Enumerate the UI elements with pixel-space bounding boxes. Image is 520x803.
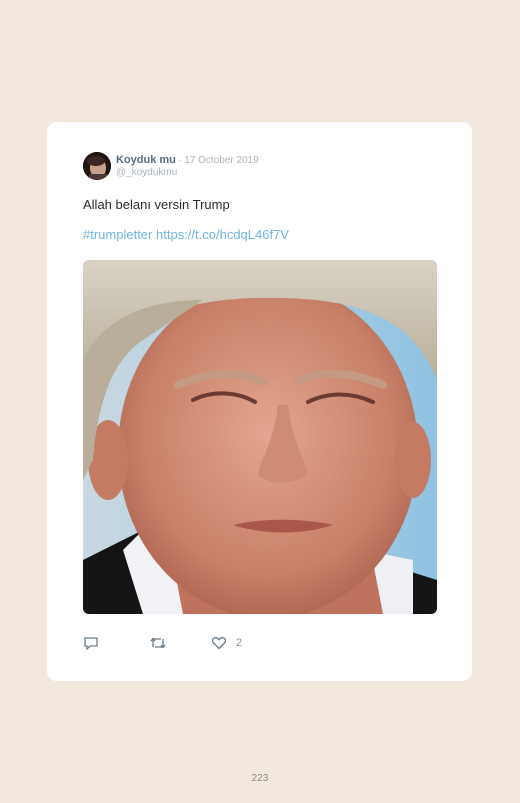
url-link[interactable]: https://t.co/hcdqL46f7V	[156, 227, 289, 242]
retweet-icon	[149, 635, 167, 651]
heart-icon	[211, 635, 227, 651]
like-count: 2	[236, 637, 243, 649]
tweet-text: Allah belanı versin Trump	[83, 197, 230, 212]
author-line: Koyduk mu · 17 October 2019	[116, 154, 259, 166]
tweet-actions: 2	[83, 634, 242, 652]
tweet-links: #trumpletter https://t.co/hcdqL46f7V	[83, 227, 289, 242]
retweet-button[interactable]	[149, 635, 167, 651]
handle[interactable]: @_koydukmu	[116, 167, 259, 178]
tweet-date[interactable]: 17 October 2019	[184, 155, 259, 166]
tweet-photo[interactable]	[83, 260, 437, 614]
avatar[interactable]	[83, 152, 111, 180]
author-info: Koyduk mu · 17 October 2019 @_koydukmu	[116, 154, 259, 178]
separator-dot: ·	[178, 155, 183, 166]
like-button[interactable]: 2	[211, 635, 242, 651]
page-number: 223	[251, 773, 269, 784]
tweet-card: Koyduk mu · 17 October 2019 @_koydukmu A…	[47, 122, 472, 681]
reply-icon	[83, 635, 99, 651]
hashtag-link[interactable]: #trumpletter	[83, 227, 152, 242]
display-name[interactable]: Koyduk mu	[116, 154, 176, 166]
reply-button[interactable]	[83, 635, 99, 651]
tweet-header: Koyduk mu · 17 October 2019 @_koydukmu	[83, 151, 259, 181]
